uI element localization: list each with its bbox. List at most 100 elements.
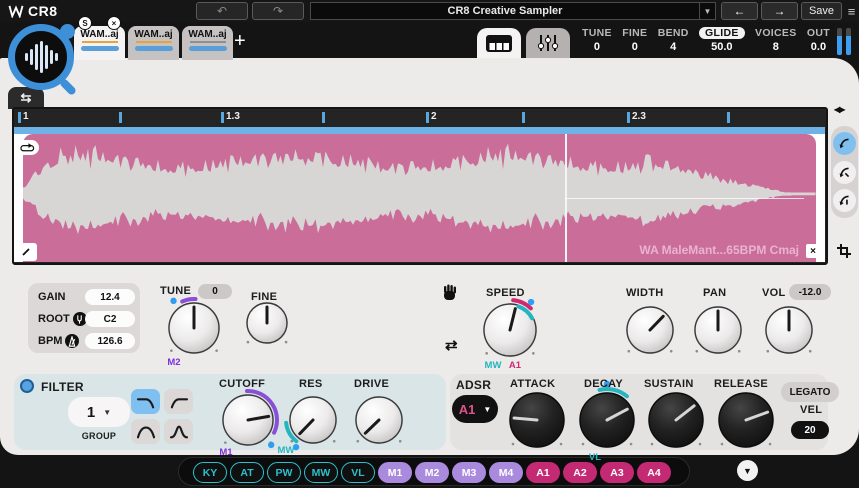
loop-start-handle[interactable] bbox=[16, 140, 39, 155]
close-badge[interactable]: × bbox=[107, 16, 121, 30]
bpm-value[interactable]: 126.6 bbox=[85, 333, 135, 349]
sample-file-label: WA MaleMant...65BPM Cmaj bbox=[639, 243, 799, 257]
preset-title-field[interactable]: CR8 Creative Sampler ▼ bbox=[310, 2, 716, 20]
res-knob[interactable]: MW bbox=[275, 382, 351, 458]
adsr-title: ADSR bbox=[456, 378, 491, 392]
edit-mode-3-button[interactable] bbox=[833, 189, 856, 212]
filter-lowpass-button[interactable] bbox=[131, 389, 160, 414]
app-logo-text: CR8 bbox=[28, 3, 58, 19]
mod-slot-m3[interactable]: M3 bbox=[452, 462, 486, 483]
ping-pong-icon[interactable]: ⇄ bbox=[445, 336, 458, 354]
curve-arrow-icon bbox=[838, 166, 851, 179]
mod-source-vl[interactable]: VL bbox=[341, 462, 375, 483]
mod-slot-m2[interactable]: M2 bbox=[415, 462, 449, 483]
expand-panel-button[interactable]: ▼ bbox=[737, 460, 758, 481]
level-meter-left bbox=[837, 28, 842, 55]
env-slot-a2[interactable]: A2 bbox=[563, 462, 597, 483]
menu-button[interactable]: ≡ bbox=[845, 2, 858, 20]
width-knob[interactable] bbox=[612, 292, 688, 368]
next-preset-button[interactable]: → bbox=[761, 2, 798, 20]
env-slot-a1[interactable]: A1 bbox=[526, 462, 560, 483]
mod-slot-m4[interactable]: M4 bbox=[489, 462, 523, 483]
chevron-down-icon: ▼ bbox=[103, 408, 111, 417]
filter-group-value: 1 bbox=[87, 404, 95, 421]
vel-value[interactable]: 20 bbox=[791, 421, 829, 439]
add-sample-button[interactable]: + bbox=[234, 30, 246, 53]
ruler-label: 1 bbox=[23, 111, 29, 122]
mod-source-ky[interactable]: KY bbox=[193, 462, 227, 483]
filter-bandpass-button[interactable] bbox=[131, 419, 160, 444]
param-value[interactable]: 50.0 bbox=[711, 41, 732, 53]
solo-badge[interactable]: S bbox=[78, 16, 92, 30]
mod-source-mw[interactable]: MW bbox=[304, 462, 338, 483]
undo-button[interactable]: ↶ bbox=[196, 2, 248, 20]
vol-knob[interactable] bbox=[751, 292, 827, 368]
sample-tab-2[interactable]: WAM..aj bbox=[128, 26, 179, 60]
edit-mode-1-button[interactable] bbox=[833, 132, 856, 155]
preset-dropdown-icon[interactable]: ▼ bbox=[699, 3, 715, 19]
sample-tab-3[interactable]: WAM..aj bbox=[182, 26, 233, 60]
crosshair-line bbox=[565, 198, 804, 199]
sample-tab-1[interactable]: WAM..aj bbox=[74, 26, 125, 60]
vol-value[interactable]: -12.0 bbox=[789, 284, 831, 300]
crop-icon[interactable] bbox=[836, 243, 852, 259]
param-value[interactable]: 0 bbox=[594, 41, 600, 53]
prev-preset-button[interactable]: ← bbox=[721, 2, 758, 20]
tune-knob[interactable]: M2 bbox=[154, 288, 234, 368]
speed-label: SPEED bbox=[486, 287, 525, 299]
filter-enable-button[interactable] bbox=[20, 379, 34, 393]
loop-mode-tab[interactable]: ⇆ bbox=[8, 87, 44, 109]
tab-keyboard-view[interactable] bbox=[477, 28, 521, 58]
env-slot-a4[interactable]: A4 bbox=[637, 462, 671, 483]
filter-group-dropdown[interactable]: 1 ▼ bbox=[68, 397, 130, 427]
waveform-display[interactable]: WA MaleMant...65BPM Cmaj × bbox=[14, 134, 825, 262]
edit-corner-handle[interactable] bbox=[15, 243, 37, 261]
filter-title: FILTER bbox=[41, 380, 84, 394]
tune-value[interactable]: 0 bbox=[198, 284, 232, 299]
release-knob[interactable] bbox=[704, 378, 788, 462]
mod-slot-m1[interactable]: M1 bbox=[378, 462, 412, 483]
master-param-glide[interactable]: GLIDE50.0 bbox=[699, 27, 745, 57]
bandpass-icon bbox=[135, 424, 157, 440]
ruler-tick bbox=[426, 112, 429, 123]
remove-sample-button[interactable]: × bbox=[806, 244, 820, 258]
param-value[interactable]: 0.0 bbox=[811, 41, 826, 53]
knob-mod-label: M2 bbox=[167, 357, 180, 368]
lowpass-icon bbox=[135, 394, 157, 410]
filter-highpass-button[interactable] bbox=[164, 389, 193, 414]
tab-underline bbox=[136, 41, 172, 43]
master-param-voices[interactable]: VOICES8 bbox=[755, 27, 796, 57]
redo-button[interactable]: ↷ bbox=[252, 2, 304, 20]
env-slot-a3[interactable]: A3 bbox=[600, 462, 634, 483]
loop-arrows-icon: ⇆ bbox=[21, 90, 32, 106]
env-select-dropdown[interactable]: A1 ▼ bbox=[452, 395, 498, 423]
master-param-tune[interactable]: TUNE0 bbox=[582, 27, 612, 57]
mod-source-pw[interactable]: PW bbox=[267, 462, 301, 483]
cr8-plugin-window: CR8 ↶ ↷ CR8 Creative Sampler ▼ ← → Save … bbox=[0, 0, 859, 488]
pan-knob[interactable] bbox=[680, 292, 756, 368]
drive-knob[interactable] bbox=[341, 382, 417, 458]
timeline-ruler[interactable]: 11.322.3 bbox=[14, 109, 825, 127]
speed-knob[interactable]: MWA1 bbox=[469, 289, 551, 371]
legato-button[interactable]: LEGATO bbox=[781, 382, 839, 402]
master-param-bend[interactable]: BEND4 bbox=[658, 27, 689, 57]
master-param-out[interactable]: OUT0.0 bbox=[807, 27, 830, 57]
hand-drag-icon[interactable] bbox=[441, 284, 458, 302]
master-param-fine[interactable]: FINE0 bbox=[622, 27, 647, 57]
param-value[interactable]: 8 bbox=[773, 41, 779, 53]
root-value[interactable]: C2 bbox=[85, 311, 135, 327]
mod-source-at[interactable]: AT bbox=[230, 462, 264, 483]
horizontal-zoom-icon[interactable]: ◀▶ bbox=[834, 105, 844, 114]
tab-mixer-view[interactable] bbox=[526, 28, 570, 58]
gain-value[interactable]: 12.4 bbox=[85, 289, 135, 305]
edit-mode-2-button[interactable] bbox=[833, 161, 856, 184]
metronome-icon[interactable] bbox=[65, 334, 79, 348]
param-value[interactable]: 0 bbox=[632, 41, 638, 53]
waveform-panel[interactable]: 11.322.3 WA MaleMant...65BPM Cmaj × bbox=[12, 107, 828, 265]
param-value[interactable]: 4 bbox=[670, 41, 676, 53]
save-button[interactable]: Save bbox=[801, 2, 842, 20]
filter-peak-button[interactable] bbox=[164, 419, 193, 444]
loop-region-bar[interactable] bbox=[14, 127, 825, 134]
width-label: WIDTH bbox=[626, 287, 664, 299]
knob-mod-label: A1 bbox=[509, 360, 521, 371]
